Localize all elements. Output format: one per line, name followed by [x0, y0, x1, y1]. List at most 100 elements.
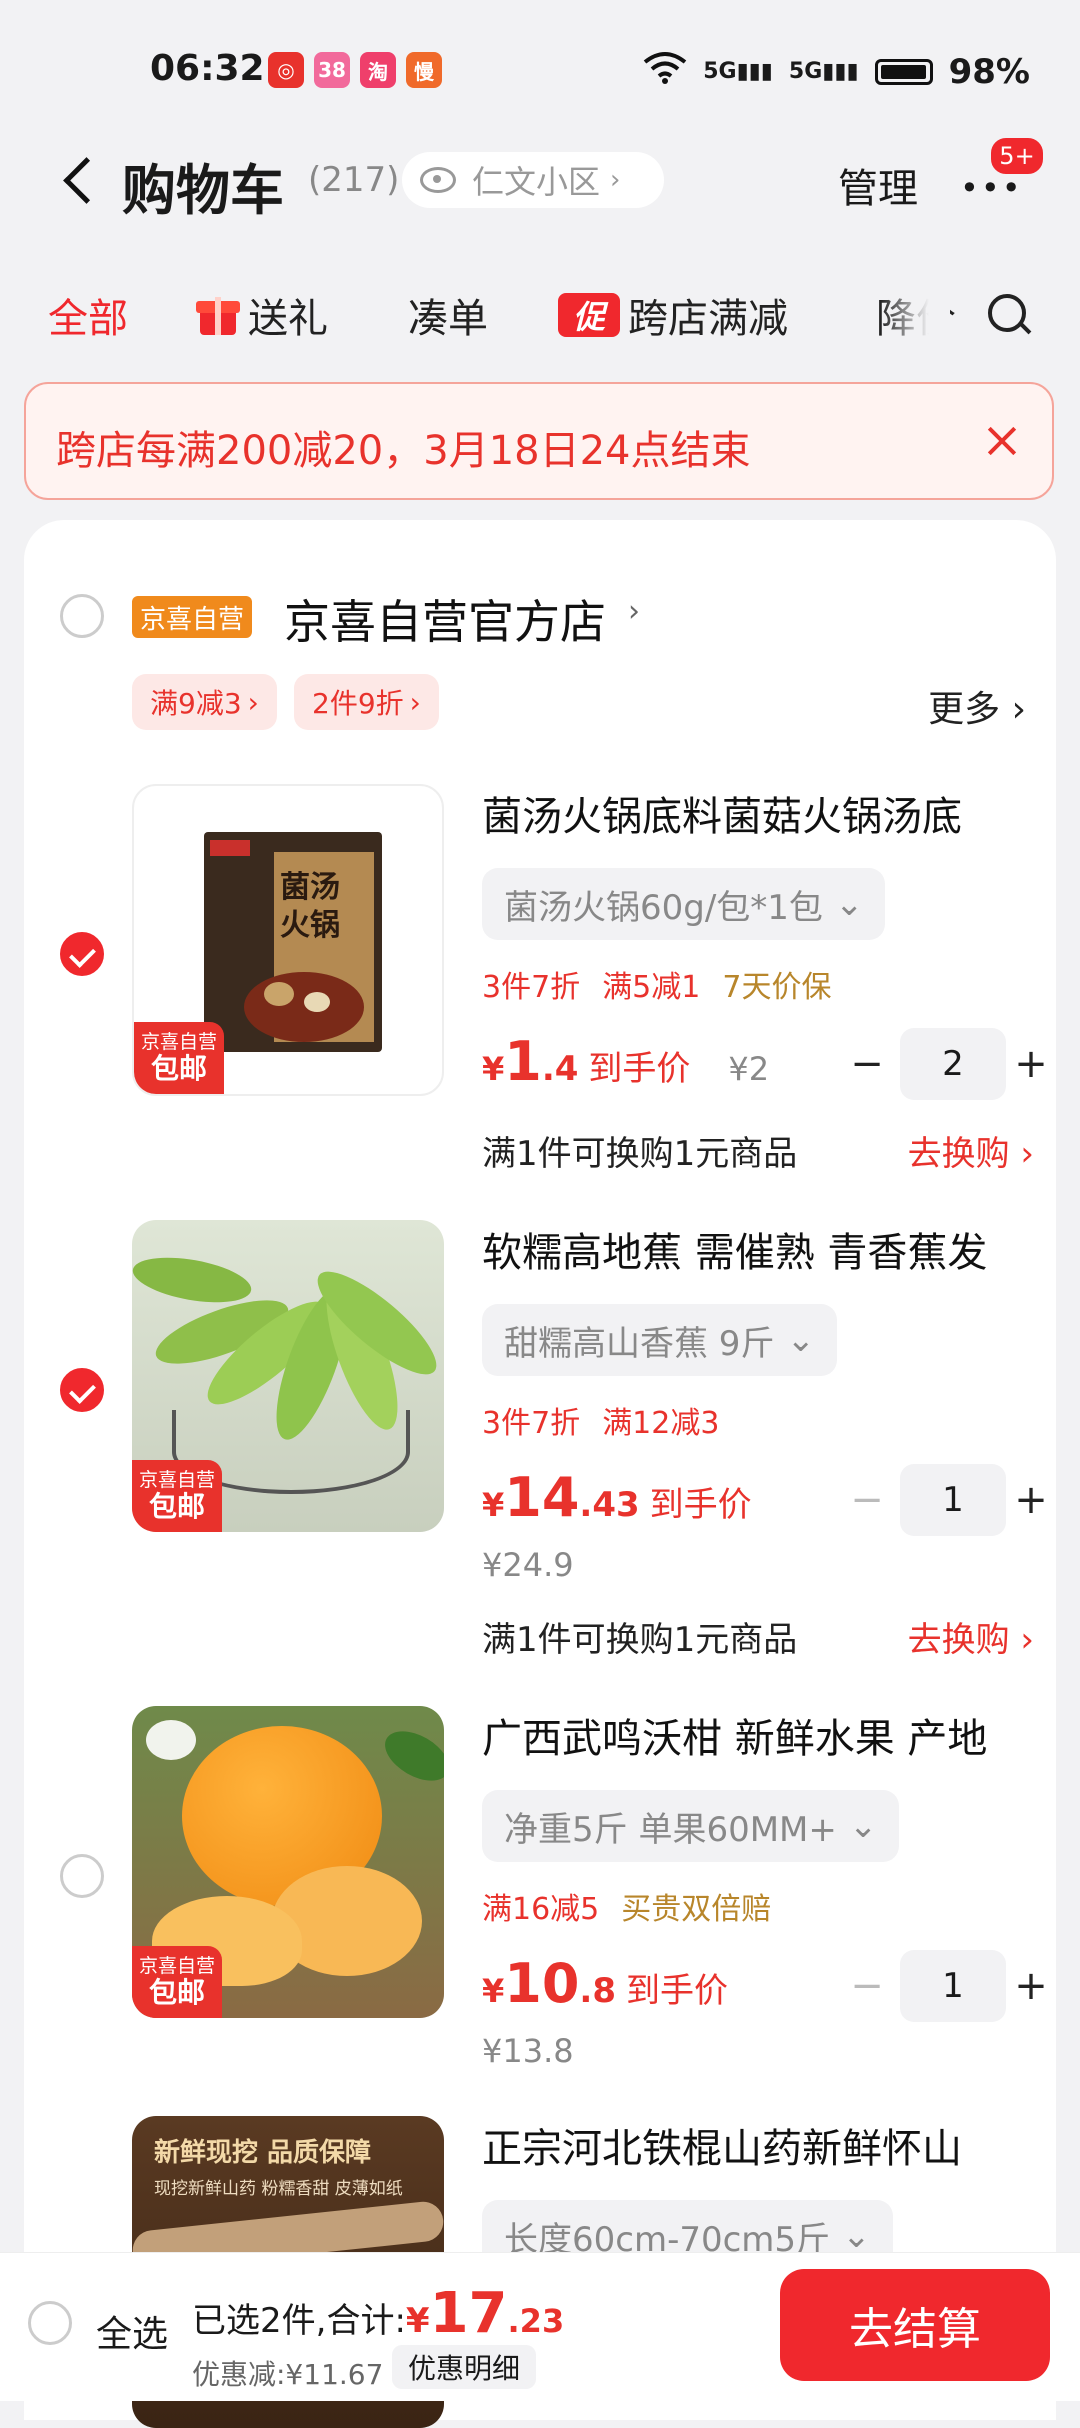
notification-app-icon: 慢	[406, 52, 442, 88]
battery-icon	[874, 58, 933, 85]
store-checkbox[interactable]	[60, 594, 104, 638]
manage-button[interactable]: 管理	[838, 156, 918, 214]
tab-label: 凑单	[408, 296, 488, 342]
chevron-right-icon: ›	[610, 165, 621, 195]
chevron-down-icon: ⌄	[786, 1320, 815, 1360]
cart-header: 购物车 (217) 仁文小区 › 管理 •••	[0, 130, 1080, 240]
tab-label: 送礼	[248, 296, 328, 342]
chevron-down-icon: ⌄	[848, 1806, 878, 1846]
decrease-button[interactable]: −	[842, 1028, 892, 1100]
product-image[interactable]: 京喜自营 包邮	[132, 1706, 444, 2018]
tab-cross-store-discount[interactable]: 促 跨店满减	[558, 286, 788, 344]
coupon-label: 2件9折	[312, 687, 404, 720]
tab-gift[interactable]: 送礼	[196, 286, 328, 344]
back-icon[interactable]	[52, 148, 112, 218]
store-card: 京喜自营 京喜自营官方店 › 满9减3 › 2件9折 › 更多 › 菌汤 火锅 京喜…	[24, 520, 1056, 2428]
product-title[interactable]: 广西武鸣沃柑 新鲜水果 产地	[482, 1706, 1042, 1764]
location-selector[interactable]: 仁文小区 ›	[402, 152, 664, 208]
discount-detail-button[interactable]: 优惠明细	[392, 2345, 537, 2389]
coupon-label: 满9减3	[150, 687, 242, 720]
price-label: 到手价	[588, 1049, 691, 1089]
promo-tags: 3件7折 满5减1 7天价保	[482, 962, 831, 1006]
price-row: ¥1.4 到手价 ¥2	[482, 1030, 770, 1093]
sku-label: 净重5斤 单果60MM+	[504, 1809, 837, 1850]
system-icons: 5G▮▮▮ 5G▮▮▮ 98%	[643, 50, 1030, 93]
promo-tags: 满16减5 买贵双倍赔	[482, 1884, 771, 1928]
tab-label: 全部	[48, 296, 128, 342]
search-icon[interactable]	[984, 290, 1034, 340]
chevron-right-icon: ›	[247, 685, 259, 719]
original-price: ¥13.8	[482, 2032, 574, 2070]
sku-selector[interactable]: 菌汤火锅60g/包*1包 ⌄	[482, 868, 886, 940]
quantity-stepper: − 1 +	[842, 1464, 1052, 1536]
coupon-chip[interactable]: 2件9折 ›	[294, 674, 439, 730]
product-title[interactable]: 正宗河北铁棍山药新鲜怀山	[482, 2116, 1042, 2174]
more-link[interactable]: 更多 ›	[928, 680, 1026, 732]
more-badge: 5+	[988, 135, 1046, 177]
promo-icon: 促	[558, 293, 620, 337]
currency-symbol: ¥	[405, 2301, 430, 2341]
promo-text: 满5减1	[602, 970, 701, 1005]
tab-all[interactable]: 全部	[48, 286, 128, 344]
close-icon[interactable]	[976, 414, 1030, 468]
gift-icon	[196, 293, 240, 337]
signal-icon: 5G▮▮▮	[703, 59, 773, 84]
increase-button[interactable]: +	[1006, 1028, 1056, 1100]
exchange-link[interactable]: 去换购 ›	[908, 1612, 1034, 1661]
quantity-value[interactable]: 2	[900, 1028, 1006, 1100]
cart-count: (217)	[308, 160, 400, 200]
quantity-stepper: − 1 +	[842, 1950, 1052, 2022]
sku-label: 菌汤火锅60g/包*1包	[504, 887, 823, 928]
product-package: 菌汤 火锅	[204, 832, 382, 1052]
product-image[interactable]: 京喜自营 包邮	[132, 1220, 444, 1532]
price-decimal: .4	[541, 1049, 579, 1089]
location-label: 仁文小区	[472, 163, 601, 201]
increase-button[interactable]: +	[1006, 1950, 1056, 2022]
notification-icons: ◎ 38 淘 慢	[268, 52, 442, 88]
select-all-label[interactable]: 全选	[96, 2305, 168, 2357]
exchange-link[interactable]: 去换购 ›	[908, 1126, 1034, 1175]
coupon-chip[interactable]: 满9减3 ›	[132, 674, 277, 730]
item-checkbox[interactable]	[60, 932, 104, 976]
notification-app-icon: 淘	[360, 52, 396, 88]
signal-icon: 5G▮▮▮	[788, 59, 859, 84]
price-label: 到手价	[649, 1485, 752, 1525]
checkout-button[interactable]: 去结算	[780, 2269, 1050, 2381]
quantity-value[interactable]: 1	[900, 1464, 1006, 1536]
page-title: 购物车	[122, 159, 284, 222]
price-decimal: .43	[579, 1485, 640, 1525]
decrease-button[interactable]: −	[842, 1950, 892, 2022]
sku-selector[interactable]: 净重5斤 单果60MM+ ⌄	[482, 1790, 900, 1862]
increase-button[interactable]: +	[1006, 1464, 1056, 1536]
price-row: ¥14.43 到手价	[482, 1466, 752, 1529]
item-checkbox[interactable]	[60, 1368, 104, 1412]
promo-text: 3件7折	[482, 1406, 581, 1441]
total-decimal: .23	[507, 2302, 565, 2340]
original-price: ¥24.9	[482, 1546, 574, 1584]
product-image[interactable]: 菌汤 火锅 京喜自营 包邮	[132, 784, 444, 1096]
select-all-checkbox[interactable]	[28, 2301, 72, 2345]
price-integer: 14	[504, 1466, 580, 1529]
tab-label: 跨店满减	[628, 296, 788, 342]
quantity-value[interactable]: 1	[900, 1950, 1006, 2022]
exchange-offer: 满1件可换购1元商品	[482, 1134, 798, 1174]
store-name[interactable]: 京喜自营官方店	[284, 586, 606, 652]
free-shipping-tag: 京喜自营 包邮	[134, 1022, 224, 1094]
product-title[interactable]: 菌汤火锅底料菌菇火锅汤底	[482, 784, 1042, 842]
exchange-offer: 满1件可换购1元商品	[482, 1620, 798, 1660]
decrease-button[interactable]: −	[842, 1464, 892, 1536]
tab-bundle[interactable]: 凑单	[408, 286, 488, 344]
tab-fade	[880, 262, 950, 362]
battery-percent: 98%	[948, 51, 1030, 92]
banner-text: 跨店每满200减20，3月18日24点结束	[56, 428, 751, 474]
checkout-bar: 全选 已选2件,合计: ¥ 17 .23 优惠减:¥11.67 优惠明细 去结算	[0, 2252, 1080, 2401]
item-checkbox[interactable]	[60, 1854, 104, 1898]
sku-selector[interactable]: 甜糯高山香蕉 9斤 ⌄	[482, 1304, 837, 1376]
price-integer: 10	[504, 1952, 580, 2015]
discount-amount: 优惠减:¥11.67	[192, 2358, 384, 2391]
chevron-right-icon: ›	[628, 594, 640, 629]
notification-app-icon: 38	[314, 52, 350, 88]
free-shipping-tag: 京喜自营 包邮	[132, 1460, 222, 1532]
product-title[interactable]: 软糯高地蕉 需催熟 青香蕉发	[482, 1220, 1042, 1278]
free-shipping-tag: 京喜自营 包邮	[132, 1946, 222, 2018]
